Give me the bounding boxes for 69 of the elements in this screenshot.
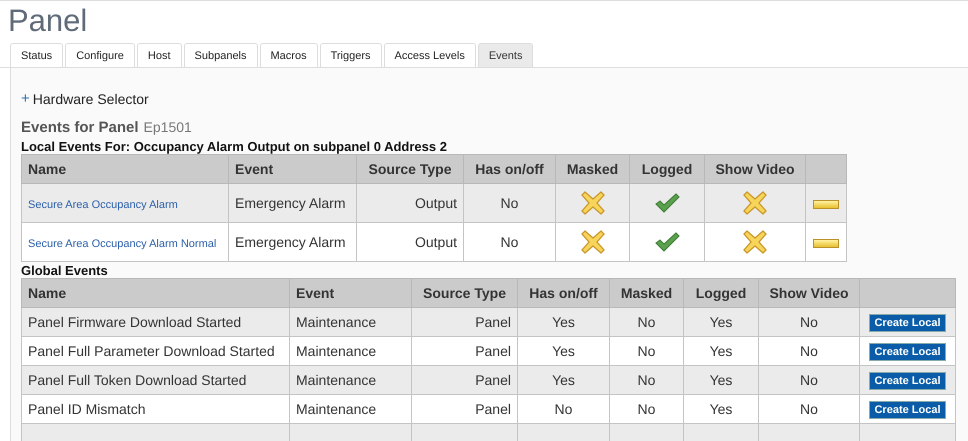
tab[interactable]: Access Levels <box>384 43 476 67</box>
table-cell: Panel ID Mismatch <box>22 394 290 424</box>
section-link[interactable]: Hardware Selector <box>32 90 149 106</box>
table-cell: Panel <box>412 366 518 394</box>
table-cell: Maintenance <box>290 336 412 366</box>
table-cell: No <box>610 394 684 424</box>
table-cell: Panel Full Token Download Started <box>22 366 290 394</box>
table-cell: Yes <box>684 394 758 424</box>
table-cell: Yes <box>684 366 758 394</box>
table-cell: No <box>610 366 684 394</box>
table-cell: Panel <box>412 336 518 366</box>
tab[interactable]: Status <box>10 43 64 67</box>
table-cell: Panel Firmware Download Started <box>22 308 290 336</box>
table-title: Global Events <box>21 264 109 278</box>
table-cell: Maintenance <box>290 366 412 394</box>
table-cell: Yes <box>684 336 758 366</box>
panel-id: Ep1501 <box>144 119 192 135</box>
table-cell: No <box>610 336 684 366</box>
table-cell: Emergency Alarm <box>228 184 356 222</box>
table-cell: Maintenance <box>290 308 412 336</box>
expand-toggle[interactable]: + <box>21 90 30 107</box>
table-cell: Yes <box>518 336 610 366</box>
tab[interactable]: Macros <box>260 43 318 67</box>
table-cell: Emergency Alarm <box>228 222 356 262</box>
table-cell: No <box>610 308 684 336</box>
create-local-button[interactable]: Create Local <box>869 342 946 360</box>
column-header: Source Type <box>412 278 518 308</box>
column-header: Source Type <box>356 154 464 184</box>
remove-icon[interactable] <box>813 238 839 248</box>
table-cell: No <box>758 366 860 394</box>
table-cell: No <box>464 222 556 262</box>
table-cell: No <box>518 394 610 424</box>
table-cell: No <box>758 336 860 366</box>
table-cell: Output <box>356 222 464 262</box>
column-header: Event <box>228 154 356 184</box>
tab[interactable]: Events <box>478 43 534 67</box>
column-header: Masked <box>610 278 684 308</box>
table-title: Local Events For: Occupancy Alarm Output on subpanel 0 Address 2 <box>21 140 448 154</box>
column-header: Name <box>22 154 228 184</box>
column-header: Masked <box>556 154 630 184</box>
table-cell: No <box>758 308 860 336</box>
table-cell: No <box>758 394 860 424</box>
column-header: Name <box>22 278 290 308</box>
section-title: Events for Panel <box>21 119 139 136</box>
table-cell: Maintenance <box>290 394 412 424</box>
table-cell: Yes <box>684 308 758 336</box>
table-cell: No <box>464 184 556 222</box>
table-cell: Output <box>356 184 464 222</box>
tab[interactable]: Host <box>136 43 182 67</box>
column-header: Logged <box>684 278 758 308</box>
remove-icon[interactable] <box>813 200 839 209</box>
tab[interactable]: Configure <box>65 43 135 67</box>
table-cell: Yes <box>518 308 610 336</box>
create-local-button[interactable]: Create Local <box>869 400 946 418</box>
table-cell: Panel <box>412 394 518 424</box>
column-header: Show Video <box>704 154 806 184</box>
column-header: Logged <box>630 154 704 184</box>
page-title: Panel <box>8 3 88 40</box>
create-local-button[interactable]: Create Local <box>869 372 946 390</box>
column-header: Show Video <box>758 278 860 308</box>
tab[interactable]: Subpanels <box>184 43 258 67</box>
column-header: Has on/off <box>464 154 556 184</box>
table-cell: Yes <box>518 366 610 394</box>
column-header: Event <box>290 278 412 308</box>
create-local-button[interactable]: Create Local <box>869 314 946 332</box>
tab[interactable]: Triggers <box>320 43 382 67</box>
column-header: Has on/off <box>518 278 610 308</box>
table-cell: Panel Full Parameter Download Started <box>22 336 290 366</box>
table-cell: Panel <box>412 308 518 336</box>
